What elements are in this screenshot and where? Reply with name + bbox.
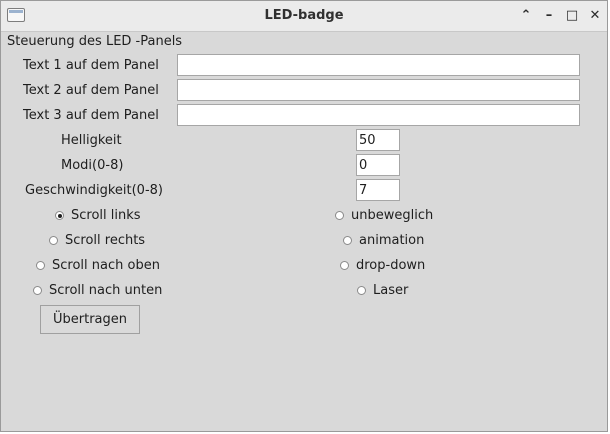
radio-label: Scroll nach unten: [49, 283, 163, 298]
radio-scroll-right[interactable]: Scroll rechts: [49, 233, 145, 248]
mode-input[interactable]: [356, 154, 400, 176]
radio-scroll-left[interactable]: Scroll links: [55, 208, 141, 223]
radio-static[interactable]: unbeweglich: [335, 208, 433, 223]
text1-input[interactable]: [177, 54, 580, 76]
app-window: LED-badge ⌃ – □ ✕ Steuerung des LED -Pan…: [0, 0, 608, 432]
radio-label: Laser: [373, 283, 409, 298]
radio-scroll-up[interactable]: Scroll nach oben: [36, 258, 160, 273]
radio-drop-down[interactable]: drop-down: [340, 258, 425, 273]
radio-indicator[interactable]: [36, 261, 45, 270]
radio-indicator[interactable]: [343, 236, 352, 245]
radio-laser[interactable]: Laser: [357, 283, 408, 298]
brightness-label: Helligkeit: [61, 133, 122, 148]
radio-label: Scroll rechts: [65, 233, 146, 248]
submit-button[interactable]: Übertragen: [40, 305, 140, 334]
radio-animation[interactable]: animation: [343, 233, 424, 248]
panel-heading: Steuerung des LED -Panels: [7, 34, 183, 49]
radio-indicator[interactable]: [49, 236, 58, 245]
text1-label: Text 1 auf dem Panel: [23, 58, 159, 73]
radio-indicator[interactable]: [33, 286, 42, 295]
titlebar: LED-badge ⌃ – □ ✕: [1, 1, 607, 32]
speed-input[interactable]: [356, 179, 400, 201]
speed-label: Geschwindigkeit(0-8): [25, 183, 163, 198]
text2-input[interactable]: [177, 79, 580, 101]
mode-label: Modi(0-8): [61, 158, 124, 173]
radio-indicator[interactable]: [55, 211, 64, 220]
rollup-icon[interactable]: ⌃: [517, 7, 535, 25]
close-icon[interactable]: ✕: [586, 7, 604, 25]
radio-indicator[interactable]: [340, 261, 349, 270]
radio-label: animation: [359, 233, 425, 248]
radio-indicator[interactable]: [335, 211, 344, 220]
minimize-icon[interactable]: –: [540, 7, 558, 25]
radio-scroll-down[interactable]: Scroll nach unten: [33, 283, 162, 298]
text3-label: Text 3 auf dem Panel: [23, 108, 159, 123]
radio-label: Scroll nach oben: [52, 258, 160, 273]
radio-label: Scroll links: [71, 208, 141, 223]
maximize-icon[interactable]: □: [563, 7, 581, 25]
radio-indicator[interactable]: [357, 286, 366, 295]
radio-label: drop-down: [356, 258, 426, 273]
brightness-input[interactable]: [356, 129, 400, 151]
text2-label: Text 2 auf dem Panel: [23, 83, 159, 98]
radio-label: unbeweglich: [351, 208, 434, 223]
text3-input[interactable]: [177, 104, 580, 126]
